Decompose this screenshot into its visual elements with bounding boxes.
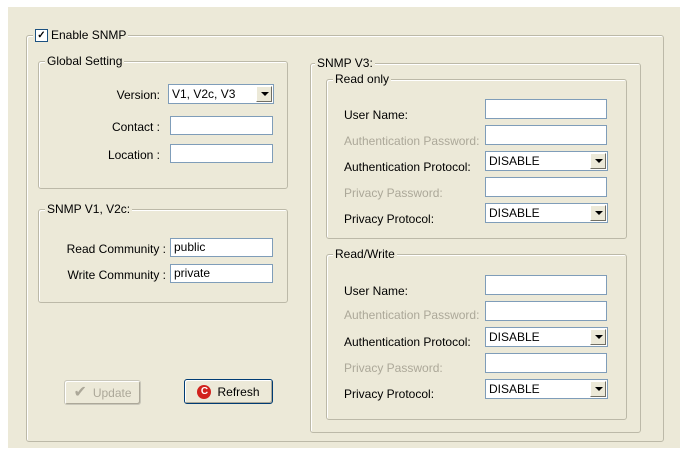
ro-auth-password-field[interactable] — [485, 125, 607, 145]
rw-user-name-label: User Name: — [344, 284, 409, 298]
chevron-down-icon[interactable] — [590, 153, 606, 169]
check-icon: ✔ — [73, 383, 87, 401]
rw-privacy-protocol-label: Privacy Protocol: — [344, 387, 435, 401]
rw-privacy-password-field[interactable] — [485, 353, 607, 373]
enable-snmp-checkbox[interactable]: ✓ — [35, 29, 48, 42]
rw-user-name-field[interactable] — [485, 275, 607, 295]
refresh-button-label: Refresh — [217, 384, 260, 399]
rw-auth-protocol-select[interactable]: DISABLE — [485, 327, 608, 347]
version-select[interactable]: V1, V2c, V3 — [168, 84, 274, 104]
ro-user-name-label: User Name: — [344, 108, 409, 122]
ro-privacy-protocol-value: DISABLE — [489, 206, 540, 220]
read-community-field[interactable]: public — [170, 238, 273, 257]
contact-field[interactable] — [170, 116, 273, 135]
write-community-field[interactable]: private — [170, 264, 273, 283]
global-setting-title: Global Setting — [45, 54, 125, 69]
snmp-settings-panel: ✓ Enable SNMP Global Setting Version: V1… — [8, 7, 680, 448]
ro-privacy-protocol-label: Privacy Protocol: — [344, 212, 435, 226]
update-button[interactable]: ✔ Update — [64, 380, 141, 405]
enable-snmp-label[interactable]: Enable SNMP — [51, 28, 126, 42]
snmp-v3-title: SNMP V3: — [315, 56, 375, 71]
rw-auth-password-label: Authentication Password: — [344, 308, 480, 322]
rw-auth-protocol-value: DISABLE — [489, 330, 540, 344]
snmp-v1v2c-title: SNMP V1, V2c: — [45, 202, 133, 217]
write-community-label: Write Community : — [67, 268, 166, 282]
update-button-label: Update — [92, 385, 132, 400]
location-field[interactable] — [170, 144, 273, 163]
rw-privacy-password-label: Privacy Password: — [344, 361, 443, 375]
ro-auth-protocol-select[interactable]: DISABLE — [485, 151, 608, 171]
enable-snmp-legend: ✓ Enable SNMP — [33, 28, 129, 43]
rw-auth-password-field[interactable] — [485, 301, 607, 321]
chevron-down-icon[interactable] — [590, 205, 606, 221]
ro-user-name-field[interactable] — [485, 99, 607, 119]
ro-auth-protocol-label: Authentication Protocol: — [344, 160, 471, 174]
ro-auth-protocol-value: DISABLE — [489, 154, 540, 168]
chevron-down-icon[interactable] — [590, 381, 606, 397]
ro-privacy-protocol-select[interactable]: DISABLE — [485, 203, 608, 223]
refresh-button[interactable]: C Refresh — [184, 379, 273, 404]
ro-privacy-password-label: Privacy Password: — [344, 186, 443, 200]
ro-auth-password-label: Authentication Password: — [344, 134, 480, 148]
read-write-title: Read/Write — [333, 247, 397, 262]
chevron-down-icon[interactable] — [590, 329, 606, 345]
read-community-label: Read Community : — [66, 242, 166, 256]
version-label: Version: — [116, 88, 160, 102]
rw-privacy-protocol-value: DISABLE — [489, 382, 540, 396]
contact-label: Contact : — [111, 120, 160, 134]
rw-privacy-protocol-select[interactable]: DISABLE — [485, 379, 608, 399]
chevron-down-icon[interactable] — [256, 86, 272, 102]
read-only-title: Read only — [333, 72, 392, 87]
ro-privacy-password-field[interactable] — [485, 177, 607, 197]
rw-auth-protocol-label: Authentication Protocol: — [344, 335, 471, 349]
refresh-icon: C — [197, 384, 212, 399]
location-label: Location : — [107, 148, 160, 162]
version-value: V1, V2c, V3 — [172, 87, 236, 101]
